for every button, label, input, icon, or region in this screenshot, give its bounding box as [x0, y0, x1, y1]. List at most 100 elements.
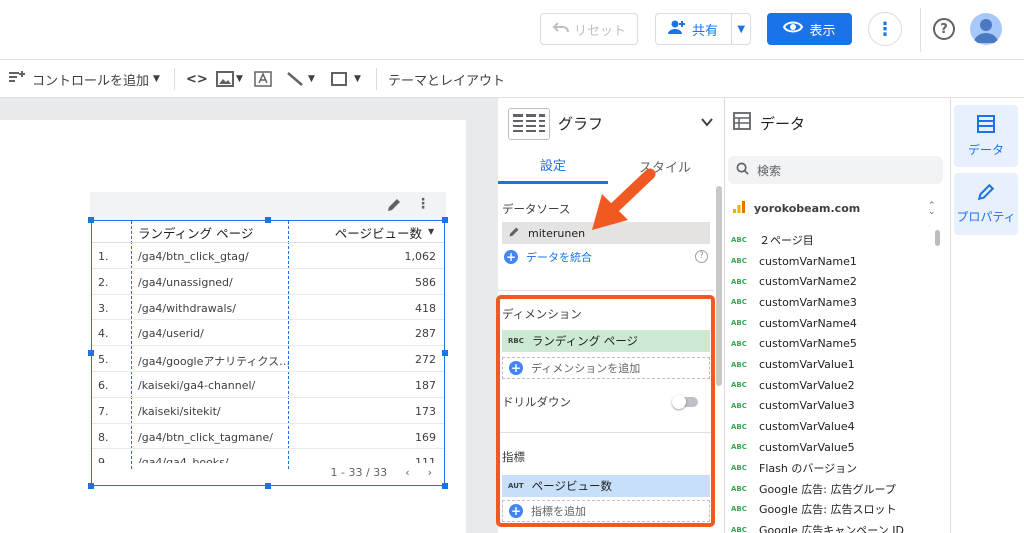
field-list-scrollbar[interactable]: [935, 230, 940, 246]
field-item[interactable]: ABC customVarValue3: [731, 396, 855, 417]
table-chart-icon[interactable]: [508, 108, 550, 140]
field-name: Google 広告キャンペーン ID: [759, 524, 904, 533]
edit-icon[interactable]: [386, 197, 402, 217]
table-row[interactable]: 6. /kaiseki/ga4-channel/187: [92, 372, 444, 398]
resize-handle[interactable]: [88, 350, 94, 356]
collapse-icon[interactable]: ⌃ ⌄: [928, 202, 936, 217]
field-item[interactable]: ABC customVarName4: [731, 313, 857, 334]
annotation-arrow-icon: [592, 168, 656, 230]
field-item[interactable]: ABC customVarName5: [731, 334, 857, 355]
row-landing-page: /ga4/userid/: [138, 327, 204, 341]
table-row[interactable]: 4. /ga4/userid/287: [92, 320, 444, 347]
table-row[interactable]: 3. /ga4/withdrawals/418: [92, 295, 444, 321]
field-item[interactable]: ABC Flash のバージョン: [731, 458, 857, 479]
chevron-left-icon[interactable]: ‹: [405, 466, 409, 479]
more-vert-icon[interactable]: ⋮: [416, 196, 430, 212]
field-type-badge: ABC: [731, 526, 747, 533]
field-item[interactable]: ABC customVarName3: [731, 292, 857, 313]
section-divider: [498, 290, 714, 291]
help-icon[interactable]: ?: [933, 18, 955, 40]
field-item[interactable]: ABC customVarName2: [731, 271, 857, 292]
rail-properties-label: プロパティ: [956, 210, 1016, 224]
avatar[interactable]: [970, 13, 1002, 45]
table-row[interactable]: 1. /ga4/btn_click_gtag/1,062: [92, 243, 444, 269]
toolbar-divider: [174, 68, 175, 90]
field-name: Google 広告: 広告グループ: [759, 482, 896, 496]
analytics-icon: [732, 200, 746, 217]
table-row[interactable]: 2. /ga4/unassigned/586: [92, 269, 444, 295]
add-control-button[interactable]: コントロールを追加 ▼: [8, 68, 160, 90]
chevron-down-icon[interactable]: [700, 114, 714, 133]
field-item[interactable]: ABC customVarValue4: [731, 416, 855, 437]
panel-scrollbar[interactable]: [716, 186, 722, 386]
field-item[interactable]: ABC Google 広告キャンペーン ID: [731, 520, 904, 533]
shape-icon[interactable]: ▼: [330, 68, 361, 90]
column-header-landing-page[interactable]: ランディング ページ: [138, 221, 288, 243]
table-row[interactable]: 7. /kaiseki/sitekit/173: [92, 398, 444, 424]
field-item[interactable]: ABC Google 広告: 広告スロット: [731, 499, 897, 520]
resize-handle[interactable]: [88, 483, 94, 489]
data-table[interactable]: ランディング ページ ページビュー数 ▼ 1. /ga4/btn_click_gt…: [91, 220, 445, 486]
field-type-badge: ABC: [731, 298, 747, 307]
resize-handle[interactable]: [442, 217, 448, 223]
field-name: customVarName2: [759, 275, 857, 289]
field-item[interactable]: ABC Google 広告: 広告グループ: [731, 478, 896, 499]
field-type-badge: ABC: [731, 257, 747, 266]
share-label: 共有: [692, 23, 719, 39]
chevron-right-icon[interactable]: ›: [428, 466, 432, 479]
image-icon[interactable]: ▼: [216, 68, 243, 90]
field-item[interactable]: ABC customVarName1: [731, 251, 857, 272]
table-row[interactable]: 9. /ga4/ga4_books/111: [92, 449, 444, 463]
data-source-header[interactable]: yorokobeam.com: [732, 200, 860, 217]
share-button[interactable]: 共有 ▼: [655, 13, 751, 45]
field-item[interactable]: ABC ２ページ目: [731, 230, 814, 251]
table-row[interactable]: 5. /ga4/googleアナリティクス… 272: [92, 346, 444, 372]
row-pageviews: 272: [415, 353, 436, 367]
caret-down-icon: ▼: [153, 74, 160, 84]
row-number: 1.: [98, 250, 109, 263]
field-item[interactable]: ABC customVarValue1: [731, 354, 855, 375]
row-number: 5.: [98, 353, 109, 367]
undo-icon: [552, 20, 570, 38]
datasource-label: データソース: [502, 202, 571, 216]
reset-button[interactable]: リセット: [540, 13, 638, 45]
line-icon[interactable]: ▼: [286, 68, 315, 90]
resize-handle[interactable]: [88, 217, 94, 223]
more-options-button[interactable]: ⋮: [868, 12, 902, 46]
blend-data-button[interactable]: + データを統合: [504, 249, 592, 265]
field-type-badge: ABC: [731, 422, 747, 431]
share-dropdown-icon[interactable]: ▼: [732, 24, 750, 35]
rail-data-button[interactable]: データ: [954, 105, 1018, 167]
resize-handle[interactable]: [442, 483, 448, 489]
search-icon: [736, 162, 749, 178]
datasource-name: miterunen: [528, 226, 586, 240]
field-type-badge: ABC: [731, 319, 747, 328]
field-type-badge: ABC: [731, 443, 747, 452]
embed-code-icon[interactable]: <>: [186, 68, 208, 90]
field-item[interactable]: ABC customVarValue2: [731, 375, 855, 396]
help-icon[interactable]: ?: [695, 250, 708, 263]
column-header-pageviews[interactable]: ページビュー数: [292, 221, 422, 243]
text-box-icon[interactable]: [254, 68, 272, 90]
row-number: 8.: [98, 430, 109, 444]
table-row[interactable]: 8. /ga4/btn_click_tagmane/169: [92, 424, 444, 450]
field-search-input[interactable]: 検索: [728, 156, 943, 184]
row-pageviews: 1,062: [404, 250, 437, 263]
resize-handle[interactable]: [442, 350, 448, 356]
field-item[interactable]: ABC customVarValue5: [731, 437, 855, 458]
blend-label: データを統合: [526, 251, 592, 264]
field-type-badge: ABC: [731, 505, 747, 514]
rail-properties-button[interactable]: プロパティ: [954, 173, 1018, 235]
row-number: 3.: [98, 301, 109, 315]
theme-layout-button[interactable]: テーマとレイアウト: [388, 68, 505, 90]
resize-handle[interactable]: [265, 217, 271, 223]
add-control-label: コントロールを追加: [32, 73, 150, 89]
row-number: 9.: [98, 456, 109, 464]
more-vert-icon: ⋮: [876, 18, 894, 40]
field-type-badge: ABC: [731, 401, 747, 410]
row-landing-page: /ga4/withdrawals/: [138, 301, 236, 315]
sort-desc-icon[interactable]: ▼: [428, 227, 434, 236]
view-button[interactable]: 表示: [767, 13, 852, 45]
divider: [920, 8, 921, 52]
resize-handle[interactable]: [265, 483, 271, 489]
